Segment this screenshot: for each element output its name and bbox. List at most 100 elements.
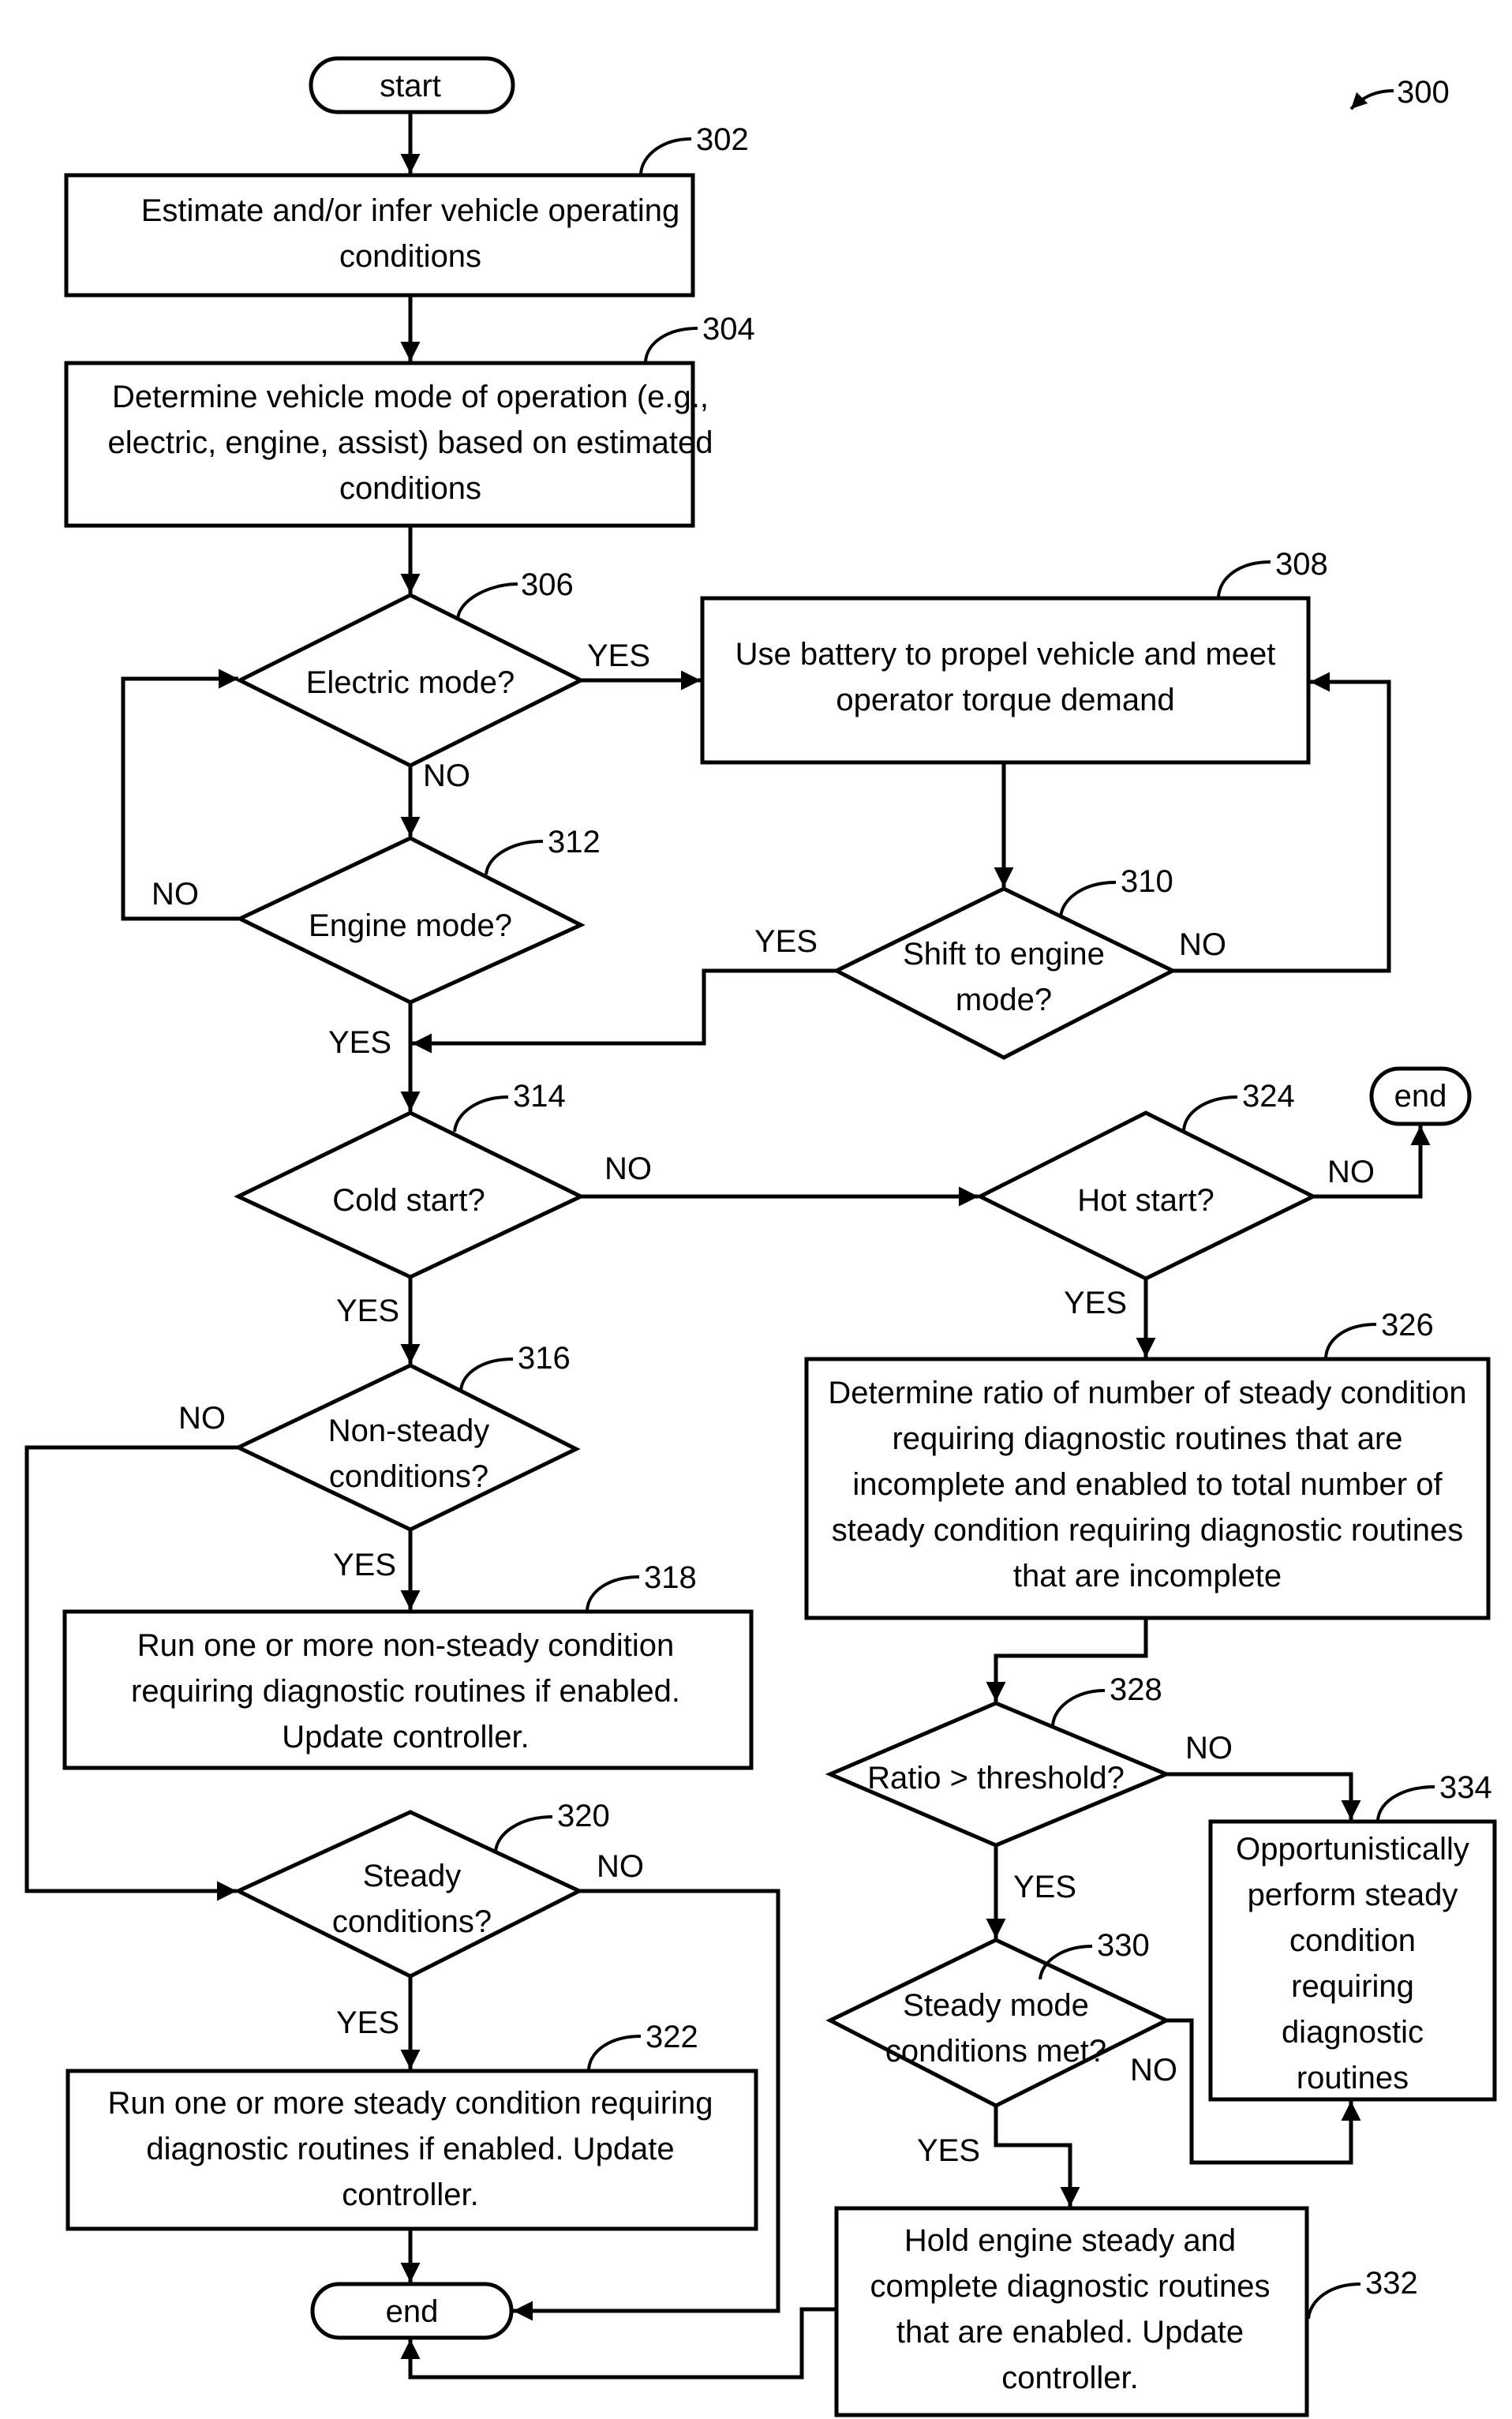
ref-label-334: 334: [1439, 1770, 1492, 1805]
ref-leader-306: [456, 582, 518, 620]
node-302-line-1: Estimate and/or infer vehicle operating: [141, 193, 680, 228]
node-334-line-5: diagnostic: [1282, 2015, 1424, 2050]
node-326-line-3: incomplete and enabled to total number o…: [852, 1467, 1443, 1502]
ref-label-318: 318: [644, 1560, 697, 1595]
ref-label-322: 322: [646, 2020, 698, 2054]
node-end-top-label: end: [1394, 1079, 1447, 1114]
node-320-decision: Steady conditions? 320 NO YES: [234, 1799, 644, 2040]
node-328-decision: Ratio > threshold? 328 NO YES: [825, 1672, 1233, 1904]
edge-label-330-yes: YES: [917, 2133, 980, 2168]
ref-label-306: 306: [521, 567, 574, 602]
ref-label-330: 330: [1097, 1928, 1150, 1963]
flowchart-figure-300: 300 start Estimate and/or infer vehicle …: [24, 56, 1497, 2417]
node-314-decision: Cold start? 314 NO YES: [234, 1079, 652, 1328]
edge-310-314-yes: [412, 968, 836, 1054]
node-310-line-2: mode?: [956, 983, 1052, 1017]
edge-label-328-no: NO: [1185, 1731, 1233, 1766]
edge-label-314-yes: YES: [336, 1294, 399, 1328]
node-328-label: Ratio > threshold?: [867, 1761, 1125, 1796]
node-304-line-3: conditions: [339, 471, 481, 506]
node-322-line-2: diagnostic routines if enabled. Update: [146, 2132, 674, 2166]
node-312-decision: Engine mode? 312 NO YES: [152, 825, 601, 1060]
node-304-line-1: Determine vehicle mode of operation (e.g…: [112, 380, 709, 414]
ref-label-312: 312: [548, 825, 601, 859]
ref-leader-308: [1217, 560, 1271, 597]
node-320-line-1: Steady: [363, 1859, 462, 1893]
node-324-decision: Hot start? 324 NO YES: [975, 1079, 1375, 1320]
ref-leader-328: [1051, 1689, 1106, 1726]
ref-leader-326: [1324, 1323, 1377, 1358]
node-end-top: end: [1369, 1066, 1472, 1126]
node-330-decision: Steady mode conditions met? 330 NO YES: [825, 1928, 1177, 2168]
node-330-line-2: conditions met?: [885, 2034, 1106, 2069]
node-318: Run one or more non-steady condition req…: [62, 1560, 754, 1770]
node-304-line-2: electric, engine, assist) based on estim…: [107, 425, 713, 460]
figure-ref-300: 300: [1349, 75, 1450, 110]
edge-label-324-no: NO: [1327, 1155, 1375, 1189]
ref-leader-322: [587, 2035, 642, 2070]
node-332-line-1: Hold engine steady and: [904, 2223, 1236, 2258]
node-334: Opportunistically perform steady conditi…: [1208, 1770, 1497, 2102]
edge-label-306-no: NO: [423, 758, 470, 793]
node-326-line-4: steady condition requiring diagnostic ro…: [832, 1513, 1464, 1548]
node-332-line-2: complete diagnostic routines: [870, 2269, 1271, 2304]
ref-label-314: 314: [513, 1079, 566, 1114]
edge-label-330-no: NO: [1130, 2053, 1177, 2088]
node-end-bottom-label: end: [386, 2294, 439, 2329]
edge-label-316-yes: YES: [333, 1548, 396, 1582]
node-308-line-2: operator torque demand: [836, 683, 1174, 717]
edge-label-310-yes: YES: [754, 924, 818, 959]
ref-label-328: 328: [1110, 1672, 1162, 1707]
edge-label-324-yes: YES: [1064, 1286, 1127, 1320]
node-306-label: Electric mode?: [306, 665, 515, 700]
ref-leader-304: [644, 327, 698, 362]
edge-label-320-no: NO: [597, 1849, 644, 1884]
ref-label-320: 320: [557, 1799, 610, 1833]
ref-leader-310: [1059, 881, 1117, 918]
node-310-decision: Shift to engine mode? 310 YES NO: [754, 864, 1226, 1060]
node-end-bottom: end: [310, 2282, 514, 2340]
ref-label-316: 316: [518, 1341, 571, 1376]
ref-leader-332: [1307, 2282, 1361, 2320]
ref-leader-324: [1182, 1095, 1238, 1131]
edge-label-312-yes: YES: [328, 1025, 391, 1060]
ref-label-324: 324: [1242, 1079, 1295, 1114]
node-312-label: Engine mode?: [309, 908, 512, 943]
edge-330-332-yes: [994, 2106, 1080, 2207]
node-326-line-1: Determine ratio of number of steady cond…: [828, 1376, 1466, 1410]
node-334-line-1: Opportunistically: [1236, 1832, 1469, 1867]
ref-leader-334: [1376, 1785, 1435, 1821]
node-334-line-6: routines: [1297, 2061, 1409, 2095]
ref-leader-314: [453, 1095, 509, 1133]
node-334-line-4: requiring: [1291, 1969, 1414, 2004]
node-332-line-3: that are enabled. Update: [896, 2315, 1244, 2350]
node-332-line-4: controller.: [1001, 2361, 1138, 2395]
ref-leader-312: [485, 840, 544, 875]
edge-label-314-no: NO: [604, 1151, 652, 1186]
node-302-line-2: conditions: [339, 239, 481, 274]
ref-leader-318: [586, 1575, 640, 1611]
node-332: Hold engine steady and complete diagnost…: [834, 2206, 1418, 2417]
node-326-line-5: that are incomplete: [1013, 1559, 1282, 1593]
node-326-line-2: requiring diagnostic routines that are: [892, 1421, 1402, 1456]
node-start: start: [309, 56, 515, 114]
node-302: Estimate and/or infer vehicle operating …: [64, 122, 749, 298]
edge-label-320-yes: YES: [336, 2005, 399, 2040]
node-318-line-1: Run one or more non-steady condition: [137, 1628, 674, 1663]
ref-label-326: 326: [1381, 1308, 1434, 1342]
figure-ref-arrow-icon: [1349, 89, 1394, 110]
edge-328-334-no: [1166, 1772, 1361, 1820]
node-318-line-2: requiring diagnostic routines if enabled…: [131, 1674, 680, 1709]
ref-label-308: 308: [1275, 547, 1328, 582]
ref-label-332: 332: [1365, 2266, 1418, 2301]
ref-leader-320: [494, 1815, 553, 1852]
node-322-line-1: Run one or more steady condition requiri…: [107, 2086, 713, 2121]
node-start-label: start: [380, 69, 441, 103]
node-318-line-3: Update controller.: [282, 1720, 530, 1754]
node-316-line-1: Non-steady: [328, 1414, 490, 1448]
edge-label-306-yes: YES: [587, 638, 650, 673]
node-334-line-2: perform steady: [1248, 1878, 1458, 1912]
ref-label-302: 302: [696, 122, 749, 157]
node-334-line-3: condition: [1289, 1923, 1416, 1958]
node-316-line-2: conditions?: [329, 1459, 488, 1494]
